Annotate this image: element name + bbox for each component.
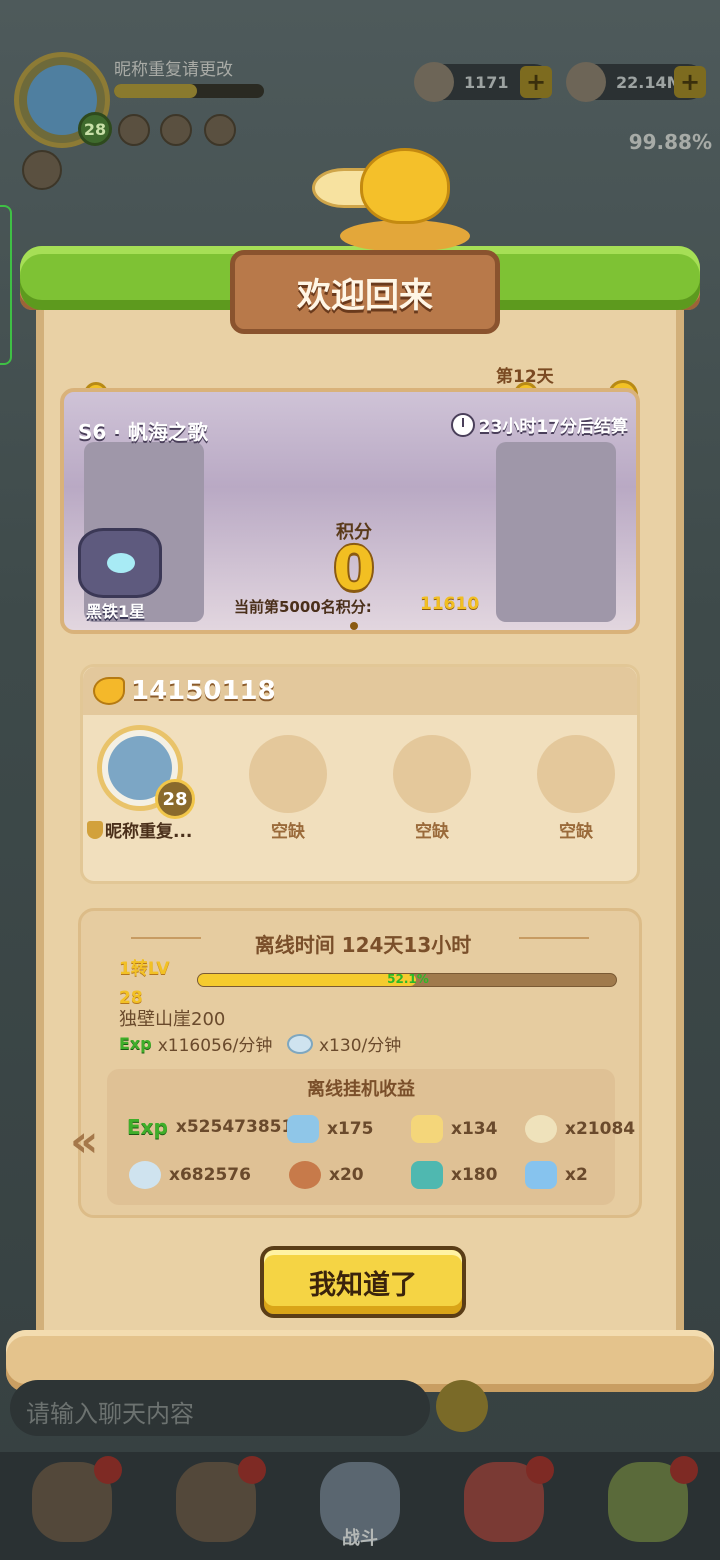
buff-icon[interactable]	[204, 114, 236, 146]
idle-earnings-title: 离线挂机收益	[307, 1079, 415, 1100]
resource-2-value: 22.14M	[616, 72, 683, 92]
rank-threshold-label: 当前第5000名积分:	[234, 598, 372, 616]
exp-icon: Exp	[119, 1034, 152, 1053]
reward-exp-value: x525473851	[175, 1117, 294, 1137]
season-timer-text: 23小时17分后结算	[478, 417, 628, 437]
team-power-header: 14150118	[83, 667, 637, 715]
season-card[interactable]: S6 · 帆海之歌 23小时17分后结算 积分 0 黑铁1星 当前第5000名积…	[60, 388, 640, 634]
empty-team-slot[interactable]	[249, 735, 327, 813]
resource-2-counter: 22.14M +	[566, 62, 706, 102]
notification-bell-icon	[526, 1456, 554, 1484]
dialog-title: 欢迎回来	[230, 250, 500, 334]
stage-name: 独壁山崖200	[119, 1009, 226, 1030]
battle-label: 战斗	[342, 1528, 378, 1549]
iron-tier-icon	[78, 528, 162, 598]
reward-fire: x134	[411, 1115, 497, 1143]
gem-rate-value: x130/分钟	[319, 1036, 402, 1056]
reward-crystal: x2	[525, 1161, 588, 1189]
rebirth-level-line1: 1转LV	[119, 959, 170, 979]
exp-rate-value: x116056/分钟	[157, 1036, 273, 1056]
reward-coin: x21084	[525, 1115, 635, 1143]
rank-threshold-value: 11610	[420, 594, 480, 614]
nav-tab-monsters[interactable]	[432, 1452, 576, 1560]
empty-slot-label: 空缺	[271, 822, 305, 842]
reward-meat: x20	[289, 1161, 364, 1189]
resource-1-counter: 1171 +	[414, 62, 552, 102]
chat-input[interactable]: 请输入聊天内容	[10, 1380, 430, 1436]
map-progress-percent: 99.88%	[628, 130, 712, 154]
empty-slot-label: 空缺	[559, 822, 593, 842]
level-progress-bar: 52.1%	[197, 972, 617, 987]
crystal-icon	[525, 1161, 557, 1189]
player-nickname: 昵称重复请更改	[114, 60, 233, 80]
hero-name: 昵称重复...	[87, 817, 192, 842]
meat-resource-icon	[414, 62, 454, 102]
reward-coin-value: x21084	[565, 1119, 636, 1139]
team-power-value: 14150118	[131, 676, 276, 706]
player-exp-bar	[114, 84, 264, 98]
add-resource-2-button[interactable]: +	[674, 66, 706, 98]
emoji-icon[interactable]	[436, 1380, 488, 1432]
empty-team-slot[interactable]	[537, 735, 615, 813]
season-timer: 23小时17分后结算	[450, 412, 628, 437]
team-panel: 14150118 28 昵称重复... 空缺 空缺 空缺	[80, 664, 640, 884]
idle-earnings-box: 离线挂机收益 Exp x525473851 x175 x134 x21084 x…	[107, 1069, 635, 1205]
add-resource-1-button[interactable]: +	[520, 66, 552, 98]
reward-meat-value: x20	[329, 1165, 364, 1185]
bottom-nav: 战斗	[0, 1452, 720, 1560]
reward-scroll-value: x175	[327, 1119, 374, 1139]
reward-stone: x180	[411, 1161, 497, 1189]
reward-stone-value: x180	[451, 1165, 498, 1185]
empty-team-slot[interactable]	[393, 735, 471, 813]
left-edge-tab[interactable]	[0, 205, 12, 365]
reward-exp: Exp x525473851	[127, 1115, 293, 1139]
player-level-badge: 28	[78, 112, 112, 146]
resource-1-value: 1171	[464, 72, 509, 92]
season-name: S6 · 帆海之歌	[78, 420, 208, 444]
power-icon	[93, 677, 125, 705]
nav-tab-battle[interactable]: 战斗	[288, 1452, 432, 1560]
clock-icon	[450, 412, 475, 437]
empty-slot-label: 空缺	[415, 822, 449, 842]
reward-gem-value: x682576	[169, 1165, 251, 1185]
hero-name-text: 昵称重复...	[105, 822, 193, 842]
hero-level-badge: 28	[155, 779, 195, 819]
buff-icon[interactable]	[160, 114, 192, 146]
exp-icon: Exp	[127, 1115, 168, 1139]
reward-fire-value: x134	[451, 1119, 498, 1139]
exp-rate: Exp x116056/分钟	[119, 1031, 272, 1056]
gem-icon	[129, 1161, 161, 1189]
reward-gem: x682576	[129, 1161, 251, 1189]
teal-stone-icon	[411, 1161, 443, 1189]
reward-crystal-value: x2	[565, 1165, 588, 1185]
nav-tab-heroes[interactable]	[144, 1452, 288, 1560]
gem-icon	[287, 1033, 313, 1054]
meat-icon	[289, 1161, 321, 1189]
tier-name: 黑铁1星	[86, 602, 146, 621]
notification-bell-icon	[238, 1456, 266, 1484]
page-indicator-dot	[350, 622, 358, 630]
buff-icon[interactable]	[118, 114, 150, 146]
fire-icon	[411, 1115, 443, 1143]
notification-bell-icon	[94, 1456, 122, 1484]
level-progress-text: 52.1%	[387, 972, 429, 986]
reward-scroll: x175	[287, 1115, 373, 1143]
notification-bell-icon	[670, 1456, 698, 1484]
nav-tab-guild[interactable]	[576, 1452, 720, 1560]
bird-mascot	[360, 148, 450, 224]
gem-rate: x130/分钟	[287, 1031, 401, 1056]
nav-tab-pets[interactable]	[0, 1452, 144, 1560]
confirm-button[interactable]: 我知道了	[260, 1246, 466, 1318]
gem-resource-icon	[566, 62, 606, 102]
scroll-icon	[287, 1115, 319, 1143]
offline-rewards-panel: 离线时间 124天13小时 1转LV 28 52.1% 独壁山崖200 Exp …	[78, 908, 642, 1218]
chevron-left-icon[interactable]: «	[70, 1116, 98, 1167]
offline-time-title: 离线时间 124天13小时	[254, 933, 472, 957]
nest-decoration	[340, 220, 470, 252]
shield-icon	[87, 820, 103, 839]
side-menu-icon[interactable]	[22, 150, 62, 190]
coin-icon	[525, 1115, 557, 1143]
